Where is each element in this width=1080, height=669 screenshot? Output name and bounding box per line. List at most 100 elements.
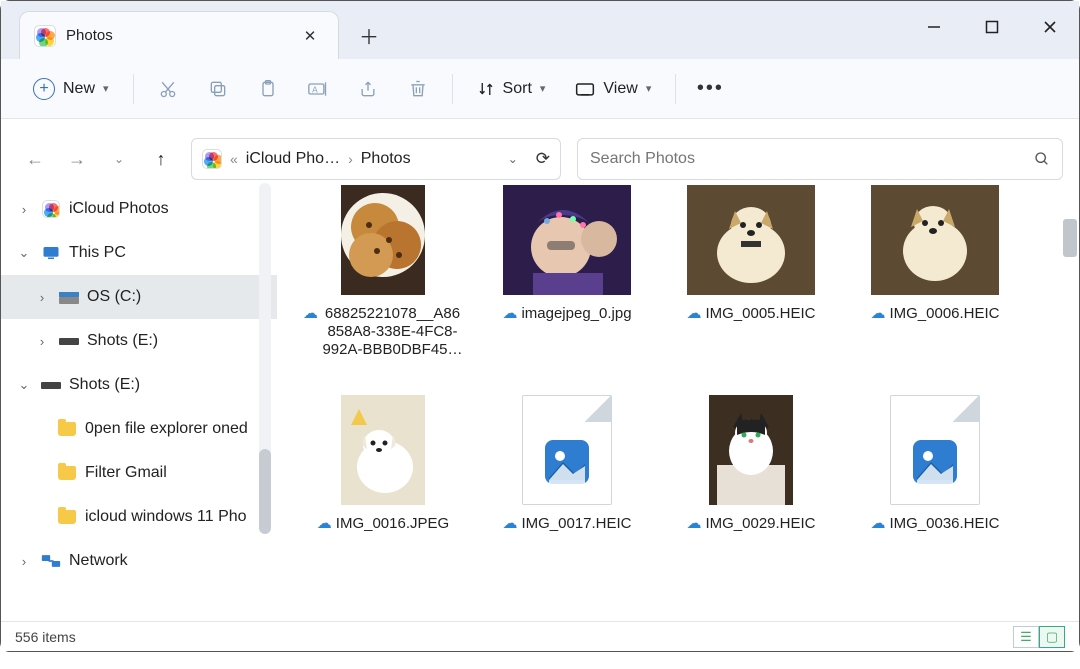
tree-os-drive[interactable]: › OS (C:) — [1, 275, 277, 319]
svg-text:A: A — [312, 84, 318, 94]
close-tab-icon[interactable]: ✕ — [296, 22, 324, 50]
search-input[interactable] — [590, 150, 1034, 168]
tree-shots-drive[interactable]: › Shots (E:) — [1, 319, 277, 363]
share-button[interactable] — [346, 69, 390, 109]
file-thumbnail — [319, 395, 447, 505]
tree-this-pc[interactable]: ⌄ This PC — [1, 231, 277, 275]
drive-icon — [59, 287, 79, 307]
delete-button[interactable] — [396, 69, 440, 109]
cloud-status-icon: ☁ — [870, 515, 885, 533]
paste-button[interactable] — [246, 69, 290, 109]
file-name: IMG_0016.JPEG — [336, 515, 449, 533]
file-name: 68825221078__A86858A8-338E-4FC8-992A-BBB… — [322, 305, 463, 359]
tree-scrollbar-track[interactable] — [259, 183, 271, 463]
file-thumbnail — [871, 185, 999, 295]
breadcrumb-root[interactable]: iCloud Pho… — [246, 150, 340, 168]
thumbnails-view-button[interactable]: ▢ — [1039, 626, 1065, 648]
chevron-right-icon[interactable]: › — [33, 334, 51, 349]
minimize-button[interactable] — [905, 5, 963, 49]
address-bar[interactable]: « iCloud Pho… › Photos ⌄ ⟳ — [191, 138, 561, 180]
cloud-status-icon: ☁ — [317, 515, 332, 533]
files-scrollbar-thumb[interactable] — [1063, 219, 1077, 257]
tree-shots-drive-2[interactable]: ⌄ Shots (E:) — [1, 363, 277, 407]
tree-icloud-photos[interactable]: › iCloud Photos — [1, 187, 277, 231]
drive-icon — [59, 331, 79, 351]
cloud-status-icon: ☁ — [686, 305, 701, 323]
copy-button[interactable] — [196, 69, 240, 109]
details-view-button[interactable]: ☰ — [1013, 626, 1039, 648]
new-button[interactable]: + New ▾ — [21, 69, 121, 109]
folder-icon — [57, 463, 77, 483]
rename-button[interactable]: A — [296, 69, 340, 109]
more-icon: ••• — [697, 77, 724, 100]
tree-label: 0pen file explorer oned — [85, 420, 248, 438]
file-item[interactable]: ☁ IMG_0017.HEIC — [477, 395, 657, 605]
toolbar: + New ▾ A Sort ▾ View ▾ ••• — [1, 59, 1079, 119]
sort-icon — [477, 80, 495, 98]
maximize-button[interactable] — [963, 5, 1021, 49]
address-dropdown-icon[interactable]: ⌄ — [508, 152, 518, 166]
title-bar: Photos ✕ ＋ — [1, 1, 1079, 59]
chevron-right-icon[interactable]: › — [33, 290, 51, 305]
photos-app-icon — [41, 199, 61, 219]
chevron-right-icon[interactable]: › — [15, 202, 33, 217]
nav-back-button[interactable]: ← — [17, 141, 53, 177]
tab-photos[interactable]: Photos ✕ — [19, 11, 339, 59]
cloud-status-icon: ☁ — [686, 515, 701, 533]
network-icon — [41, 551, 61, 571]
crumb-overflow-icon[interactable]: « — [230, 151, 238, 167]
window-controls — [905, 5, 1079, 49]
tree-label: Network — [69, 552, 128, 570]
tree-network[interactable]: › Network — [1, 539, 277, 583]
view-label: View — [603, 80, 637, 98]
tree-label: iCloud Photos — [69, 200, 169, 218]
folder-icon — [57, 419, 77, 439]
nav-up-button[interactable]: ↑ — [143, 141, 179, 177]
tree-label: OS (C:) — [87, 288, 141, 306]
file-thumbnail — [687, 185, 815, 295]
file-item[interactable]: ☁ imagejpeg_0.jpg — [477, 185, 657, 395]
view-button[interactable]: View ▾ — [563, 69, 663, 109]
file-thumbnail — [503, 395, 631, 505]
chevron-right-icon: › — [348, 151, 353, 167]
plus-circle-icon: + — [33, 78, 55, 100]
file-thumbnail — [503, 185, 631, 295]
nav-forward-button[interactable]: → — [59, 141, 95, 177]
file-item[interactable]: ☁ IMG_0006.HEIC — [845, 185, 1025, 395]
new-tab-button[interactable]: ＋ — [349, 15, 389, 55]
file-name: IMG_0005.HEIC — [705, 305, 815, 323]
cut-button[interactable] — [146, 69, 190, 109]
chevron-down-icon[interactable]: ⌄ — [15, 245, 33, 261]
item-count: 556 items — [15, 629, 76, 645]
search-icon[interactable] — [1034, 151, 1050, 167]
file-name: IMG_0036.HEIC — [889, 515, 999, 533]
breadcrumb-leaf[interactable]: Photos — [361, 150, 411, 168]
tree-label: Shots (E:) — [87, 332, 158, 350]
nav-recent-button[interactable]: ⌄ — [101, 141, 137, 177]
file-name: IMG_0029.HEIC — [705, 515, 815, 533]
new-label: New — [63, 80, 95, 98]
chevron-down-icon: ▾ — [103, 82, 109, 95]
refresh-button[interactable]: ⟳ — [536, 149, 550, 169]
search-box[interactable] — [577, 138, 1063, 180]
cloud-status-icon: ☁ — [502, 305, 517, 323]
tree-folder-filter-gmail[interactable]: Filter Gmail — [1, 451, 277, 495]
file-item[interactable]: ☁ 68825221078__A86858A8-338E-4FC8-992A-B… — [293, 185, 473, 395]
nav-tree: › iCloud Photos ⌄ This PC › OS (C:) › Sh… — [1, 179, 277, 669]
file-thumbnail — [319, 185, 447, 295]
file-item[interactable]: ☁ IMG_0036.HEIC — [845, 395, 1025, 605]
close-window-button[interactable] — [1021, 5, 1079, 49]
sort-button[interactable]: Sort ▾ — [465, 69, 558, 109]
status-bar: 556 items ☰ ▢ — [1, 621, 1079, 651]
file-item[interactable]: ☁ IMG_0029.HEIC — [661, 395, 841, 605]
file-item[interactable]: ☁ IMG_0016.JPEG — [293, 395, 473, 605]
tree-folder-open-explorer[interactable]: 0pen file explorer oned — [1, 407, 277, 451]
tree-scrollbar-thumb[interactable] — [259, 449, 271, 534]
chevron-down-icon[interactable]: ⌄ — [15, 377, 33, 393]
tree-label: Filter Gmail — [85, 464, 167, 482]
more-button[interactable]: ••• — [688, 69, 732, 109]
file-item[interactable]: ☁ IMG_0005.HEIC — [661, 185, 841, 395]
chevron-right-icon[interactable]: › — [15, 554, 33, 569]
file-grid: ☁ 68825221078__A86858A8-338E-4FC8-992A-B… — [277, 179, 1079, 669]
tree-folder-icloud-win11[interactable]: icloud windows 11 Pho — [1, 495, 277, 539]
